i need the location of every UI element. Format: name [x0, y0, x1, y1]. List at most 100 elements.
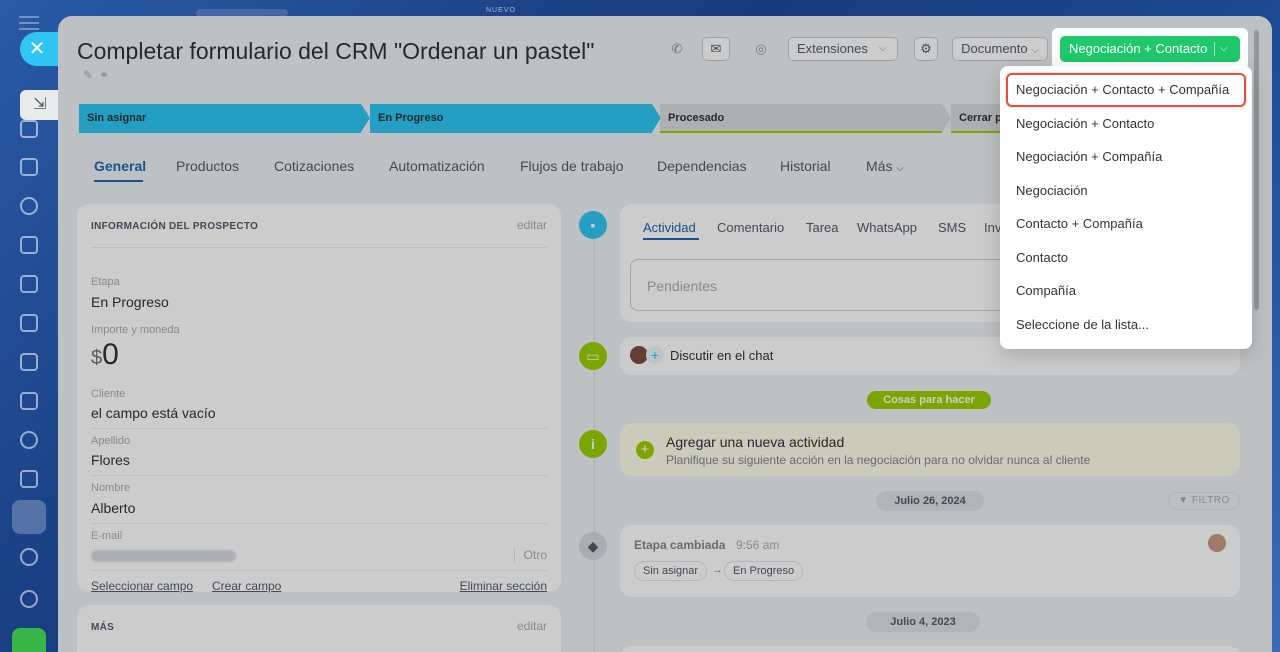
tab-underline — [94, 180, 143, 182]
phone-icon[interactable]: ✆ — [662, 37, 692, 61]
client-field-value[interactable]: el campo está vacío — [91, 405, 216, 421]
tab-actividad[interactable]: Actividad — [643, 220, 696, 235]
delete-section-link[interactable]: Eliminar sección — [460, 579, 547, 593]
tab-dependencias[interactable]: Dependencias — [657, 158, 747, 174]
extensions-button[interactable]: Extensiones ⌵ — [788, 37, 898, 61]
todo-pill: Cosas para hacer — [867, 391, 991, 409]
tab-general[interactable]: General — [94, 158, 146, 174]
tab-comentario[interactable]: Comentario — [717, 220, 784, 235]
convert-label: Negociación + Contacto — [1069, 41, 1208, 56]
mail-icon[interactable] — [20, 392, 38, 410]
gear-icon[interactable]: ⚙ — [914, 37, 938, 61]
board-icon[interactable] — [20, 314, 38, 332]
tab-inv[interactable]: Inv — [984, 220, 1001, 235]
menu-item-deal-contact[interactable]: Negociación + Contacto — [1016, 116, 1154, 131]
todo-title[interactable]: Agregar una nueva actividad — [666, 434, 844, 450]
amount-field-label: Importe y moneda — [91, 324, 180, 336]
name-field-label: Nombre — [91, 482, 131, 494]
menu-item-contact-company[interactable]: Contacto + Compañía — [1016, 216, 1143, 231]
document-icon[interactable] — [20, 275, 38, 293]
tab-tarea[interactable]: Tarea — [806, 220, 839, 235]
tab-cotizaciones[interactable]: Cotizaciones — [274, 158, 354, 174]
crm-filter-icon[interactable] — [12, 500, 46, 534]
menu-item-contact[interactable]: Contacto — [1016, 250, 1068, 265]
plus-icon[interactable]: + — [646, 346, 664, 364]
tab-underline — [643, 238, 699, 240]
menu-item-deal-company[interactable]: Negociación + Compañía — [1016, 149, 1162, 164]
divider — [91, 523, 547, 524]
divider — [91, 570, 547, 571]
chat-bubble-icon: ▭ — [579, 342, 607, 370]
stage-field-label: Etapa — [91, 276, 120, 288]
discuss-chat-link[interactable]: Discutir en el chat — [670, 348, 773, 363]
name-field-value[interactable]: Alberto — [91, 500, 135, 516]
divider — [1214, 42, 1215, 56]
stage-procesado[interactable]: Procesado — [660, 104, 951, 133]
close-slider-button[interactable]: ✕ — [20, 32, 58, 66]
more-card: MÁS editar — [77, 605, 561, 652]
mail-icon[interactable]: ✉ — [702, 37, 730, 61]
event-title: Etapa cambiada — [634, 538, 726, 552]
add-icon[interactable]: + — [636, 441, 654, 459]
todo-subtitle: Planifique su siguiente acción en la neg… — [666, 453, 1091, 467]
edit-link[interactable]: editar — [517, 218, 547, 232]
stage-label: Procesado — [668, 112, 725, 124]
chevron-down-icon: ⌵ — [896, 163, 904, 174]
tab-flujos[interactable]: Flujos de trabajo — [520, 158, 624, 174]
email-field-label: E-mail — [91, 530, 123, 542]
target-icon[interactable] — [20, 197, 38, 215]
convert-button[interactable]: Negociación + Contacto ⌵ — [1060, 36, 1240, 62]
page-title: Completar formulario del CRM "Ordenar un… — [77, 38, 595, 64]
card-icon[interactable] — [20, 353, 38, 371]
robot-icon[interactable] — [20, 548, 38, 566]
stage-en-progreso[interactable]: En Progreso — [370, 104, 661, 133]
edit-link-icons[interactable]: ✎⚭ — [83, 68, 115, 82]
app-icon[interactable] — [12, 628, 46, 652]
tasks-icon[interactable] — [20, 158, 38, 176]
tab-sms[interactable]: SMS — [938, 220, 966, 235]
stage-arrow — [942, 104, 951, 132]
menu-item-deal-contact-company[interactable]: Negociación + Contacto + Compañía — [1016, 82, 1229, 97]
tab-productos[interactable]: Productos — [176, 158, 239, 174]
filter-button[interactable]: ▼ FILTRO — [1168, 492, 1240, 510]
amount-field-value[interactable]: $0 — [91, 338, 119, 372]
chevron-down-icon: ⌵ — [1031, 45, 1039, 56]
select-field-link[interactable]: Seleccionar campo — [91, 579, 193, 593]
currency-symbol: $ — [91, 347, 103, 369]
tab-mas[interactable]: Más ⌵ — [866, 158, 904, 174]
card-title: INFORMACIÓN DEL PROSPECTO — [91, 221, 259, 232]
menu-icon[interactable] — [19, 16, 39, 30]
tab-automatizacion[interactable]: Automatización — [389, 158, 485, 174]
event-card — [620, 525, 1240, 597]
lastname-field-value[interactable]: Flores — [91, 452, 130, 468]
tab-whatsapp[interactable]: WhatsApp — [857, 220, 917, 235]
stage-field-value[interactable]: En Progreso — [91, 294, 169, 310]
menu-item-deal[interactable]: Negociación — [1016, 183, 1088, 198]
settings-icon[interactable] — [20, 590, 38, 608]
menu-item-select-from-list[interactable]: Seleccione de la lista... — [1016, 317, 1149, 332]
minimize-icon[interactable]: ⇲ — [20, 90, 60, 120]
avatar — [1208, 534, 1226, 552]
email-type: Otro — [513, 548, 547, 562]
stage-sin-asignar[interactable]: Sin asignar — [79, 104, 370, 133]
stage-label: Cerrar p — [959, 112, 1002, 124]
document-button[interactable]: Documento ⌵ — [952, 37, 1048, 61]
chat-bubble-icon[interactable]: ◎ — [746, 37, 776, 61]
stage-chip-to: En Progreso — [724, 561, 804, 581]
event-time: 9:56 am — [736, 538, 780, 552]
checkbox-icon[interactable] — [20, 470, 38, 488]
new-badge: NUEVO — [486, 7, 516, 14]
info-icon: i — [579, 430, 607, 458]
calendar-icon[interactable] — [20, 236, 38, 254]
tab-historial[interactable]: Historial — [780, 158, 831, 174]
contacts-icon[interactable] — [20, 431, 38, 449]
scrollbar[interactable] — [1254, 30, 1259, 310]
chat-icon[interactable] — [20, 120, 38, 138]
chevron-down-icon[interactable]: ⌵ — [1220, 36, 1228, 62]
document-label: Documento — [961, 41, 1028, 56]
create-field-link[interactable]: Crear campo — [212, 579, 281, 593]
edit-link[interactable]: editar — [517, 619, 547, 633]
email-blurred-value[interactable] — [91, 550, 236, 562]
menu-item-company[interactable]: Compañía — [1016, 283, 1076, 298]
stage-arrow — [361, 104, 370, 132]
